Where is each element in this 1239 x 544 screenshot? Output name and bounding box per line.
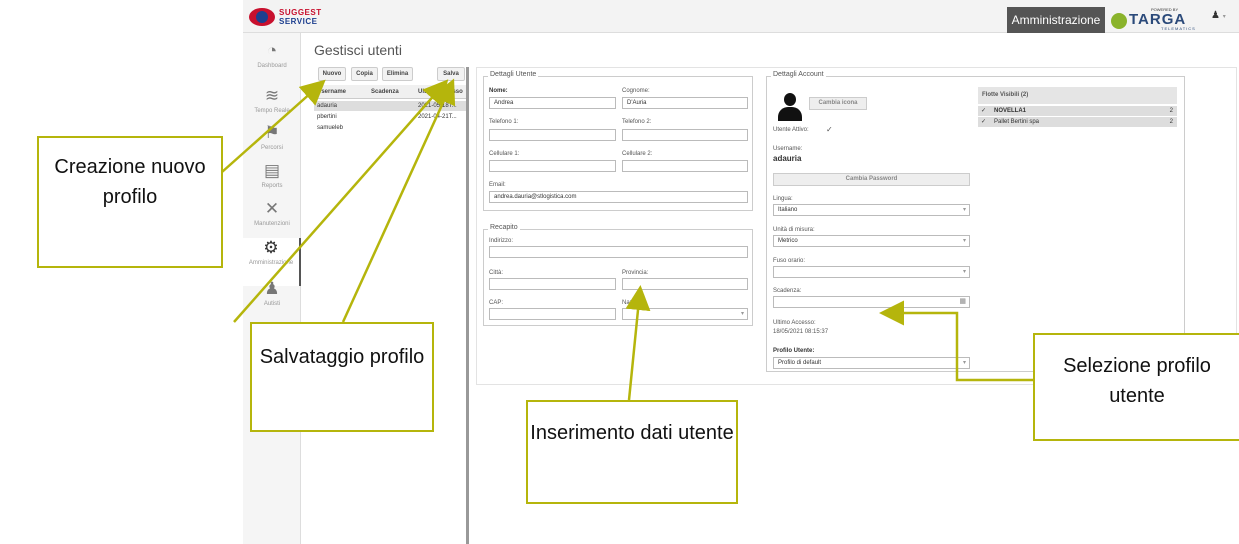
arrow-creazione bbox=[221, 79, 326, 173]
arrow-inserimento bbox=[625, 285, 651, 401]
arrow-selezione bbox=[879, 300, 1033, 382]
annotation-salvataggio: Salvataggio profilo bbox=[250, 322, 434, 432]
annotation-creazione: Creazione nuovo profilo bbox=[37, 136, 223, 268]
annotation-selezione: Selezione profilo utente bbox=[1033, 333, 1239, 441]
arrow-salvataggio-a bbox=[233, 79, 449, 323]
annotation-inserimento: Inserimento dati utente bbox=[526, 400, 738, 504]
arrow-salvataggio-b bbox=[341, 78, 456, 323]
